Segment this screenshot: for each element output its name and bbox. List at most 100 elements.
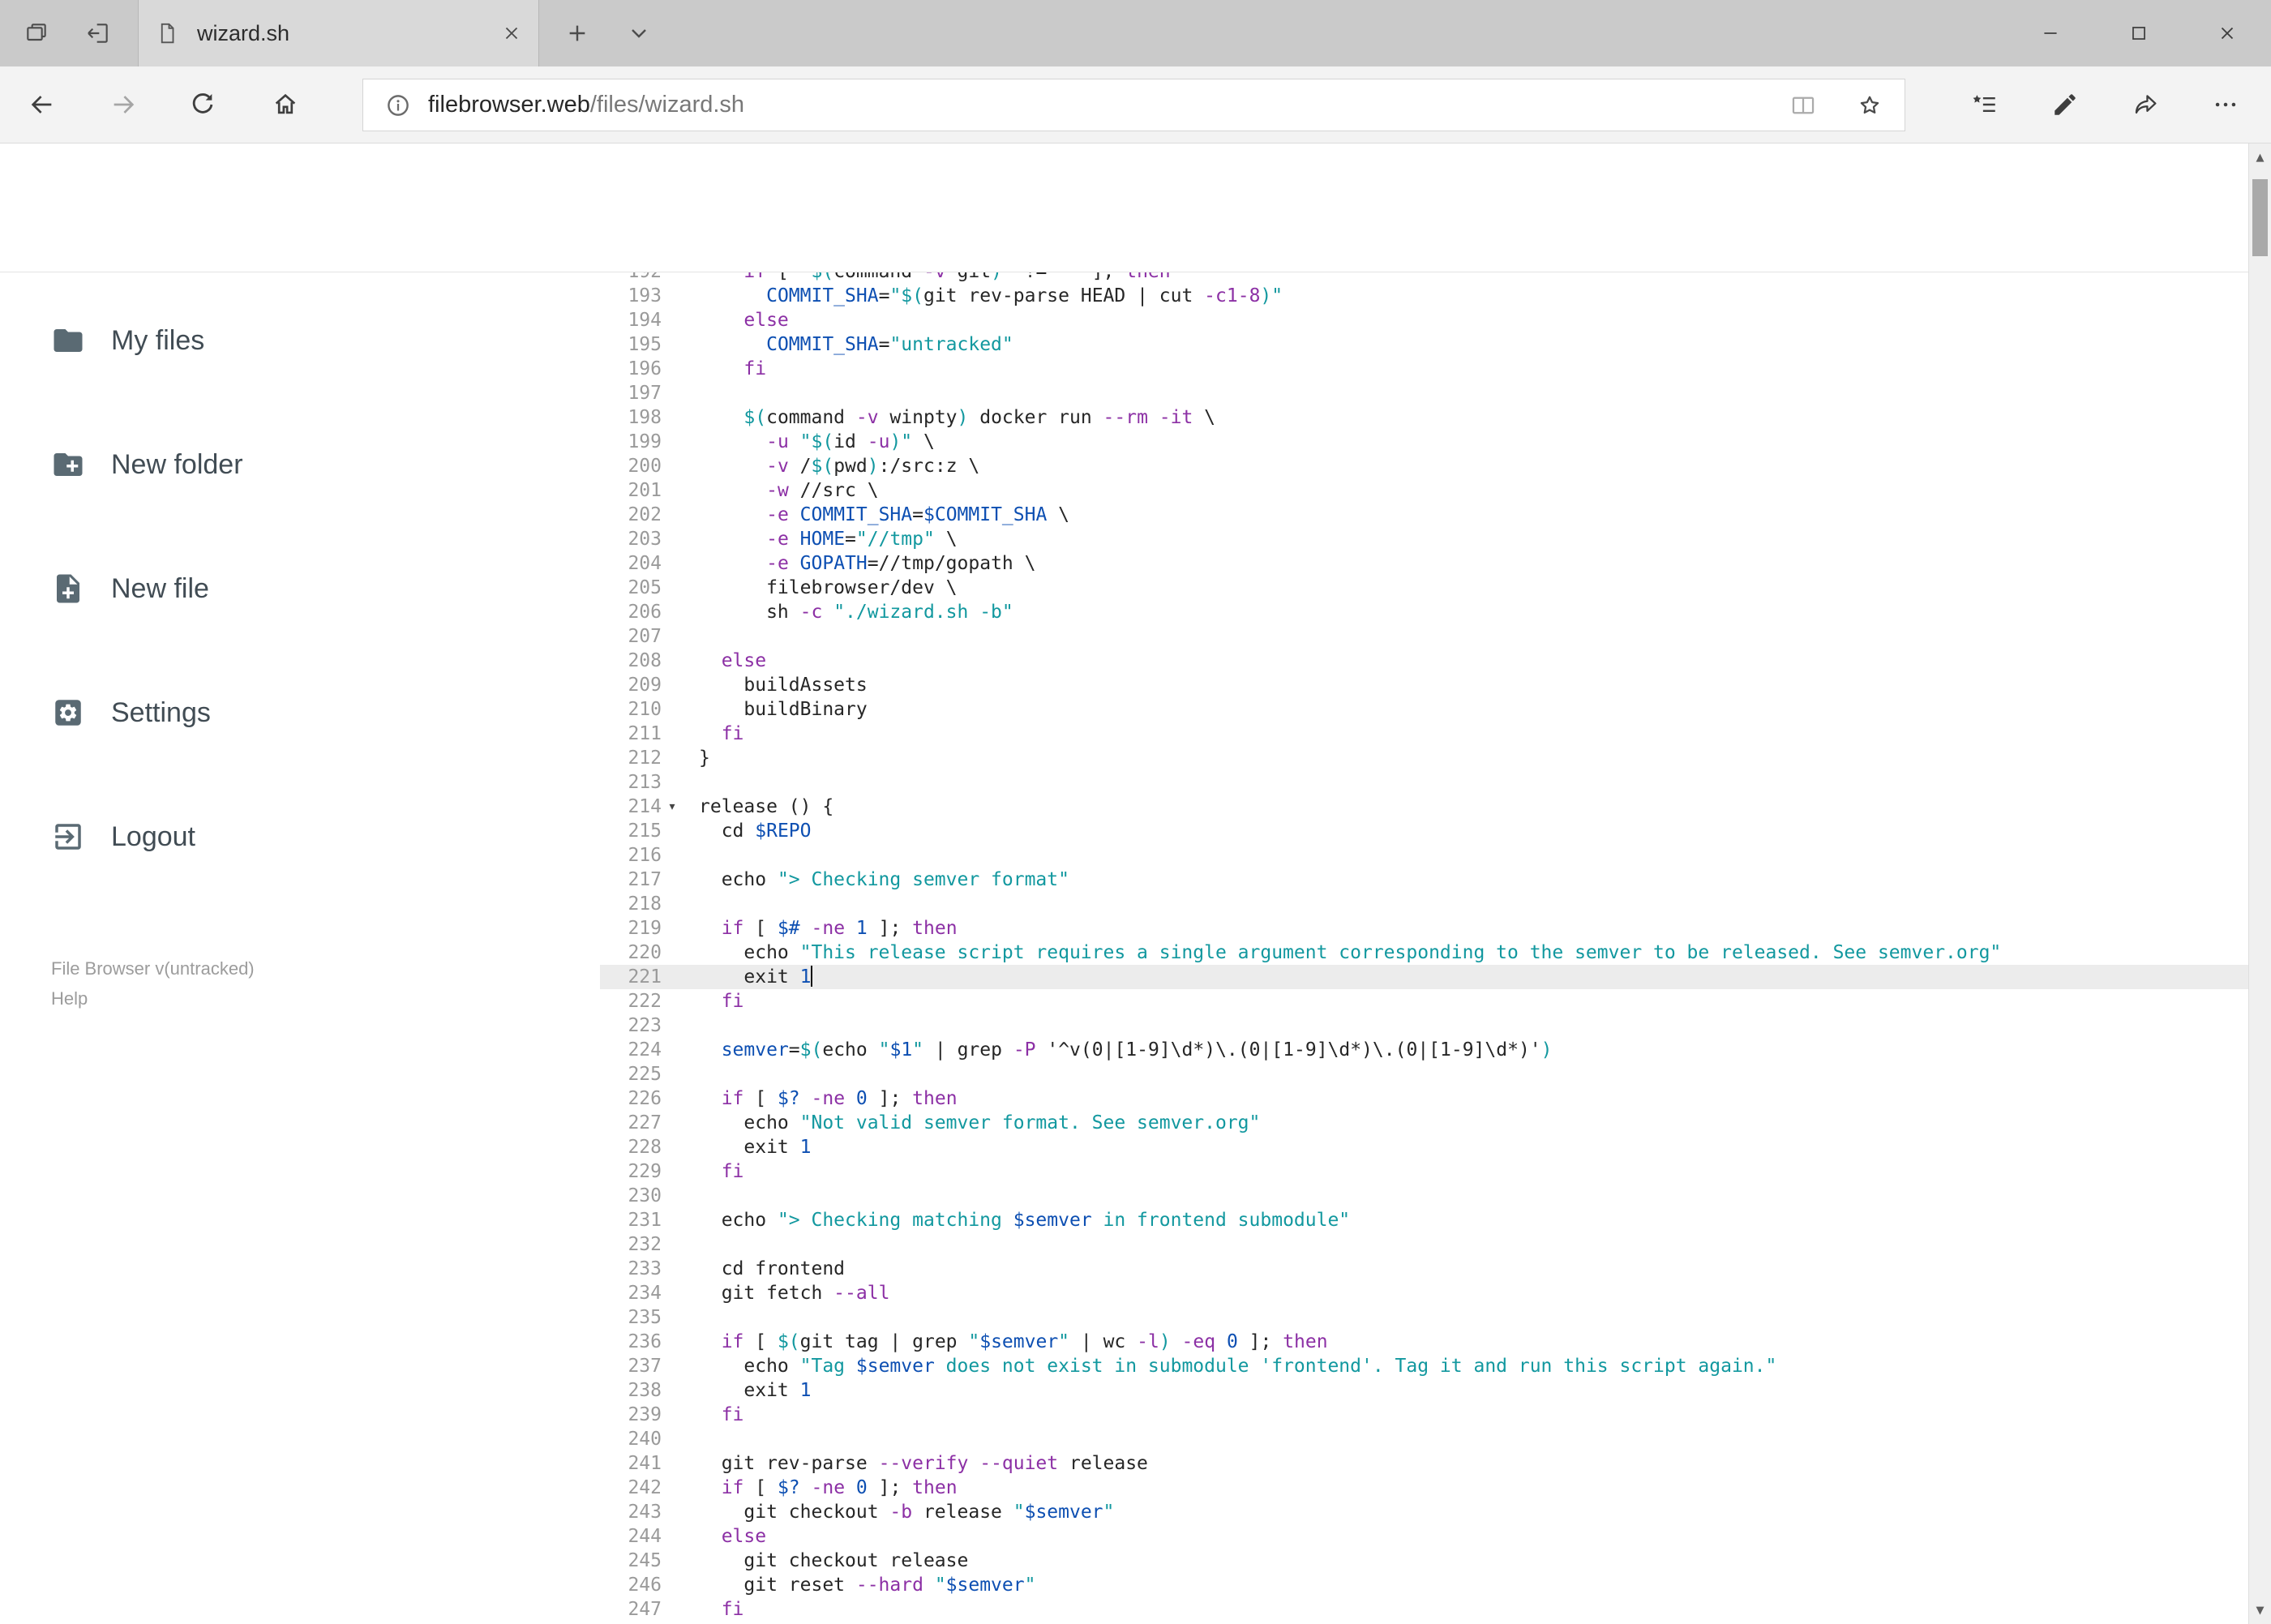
code-line-217[interactable]: 217 echo "> Checking semver format": [600, 868, 2248, 892]
sidebar-item-new-file[interactable]: New file: [0, 552, 600, 625]
code-line-236[interactable]: 236 if [ $(git tag | grep "$semver" | wc…: [600, 1330, 2248, 1354]
maximize-button[interactable]: [2094, 0, 2183, 66]
code-line-206[interactable]: 206 sh -c "./wizard.sh -b": [600, 600, 2248, 624]
web-note-icon[interactable]: [2040, 79, 2090, 130]
code-line-194[interactable]: 194 else: [600, 308, 2248, 332]
sidebar-item-new-folder[interactable]: New folder: [0, 428, 600, 501]
code-line-237[interactable]: 237 echo "Tag $semver does not exist in …: [600, 1354, 2248, 1378]
code-line-240[interactable]: 240: [600, 1427, 2248, 1451]
code-line-204[interactable]: 204 -e GOPATH=//tmp/gopath \: [600, 551, 2248, 576]
code-line-211[interactable]: 211 fi: [600, 722, 2248, 746]
fold-marker-icon[interactable]: ▾: [662, 795, 683, 819]
code-line-229[interactable]: 229 fi: [600, 1159, 2248, 1184]
browser-tab[interactable]: wizard.sh: [138, 0, 539, 66]
code-line-218[interactable]: 218: [600, 892, 2248, 916]
code-line-235[interactable]: 235: [600, 1305, 2248, 1330]
code-line-225[interactable]: 225: [600, 1062, 2248, 1086]
code-line-231[interactable]: 231 echo "> Checking matching $semver in…: [600, 1208, 2248, 1232]
code-line-244[interactable]: 244 else: [600, 1524, 2248, 1549]
url-field[interactable]: filebrowser.web/files/wizard.sh: [362, 79, 1905, 131]
code-line-243[interactable]: 243 git checkout -b release "$semver": [600, 1500, 2248, 1524]
sidebar-item-my-files[interactable]: My files: [0, 304, 600, 377]
code-line-208[interactable]: 208 else: [600, 649, 2248, 673]
code-line-198[interactable]: 198 $(command -v winpty) docker run --rm…: [600, 405, 2248, 430]
code-line-210[interactable]: 210 buildBinary: [600, 697, 2248, 722]
sidebar-item-logout[interactable]: Logout: [0, 800, 600, 873]
code-line-246[interactable]: 246 git reset --hard "$semver": [600, 1573, 2248, 1597]
code-line-199[interactable]: 199 -u "$(id -u)" \: [600, 430, 2248, 454]
refresh-button[interactable]: [178, 79, 228, 130]
hub-favorites-icon[interactable]: [1960, 79, 2010, 130]
share-icon[interactable]: [2121, 79, 2171, 130]
code-line-203[interactable]: 203 -e HOME="//tmp" \: [600, 527, 2248, 551]
reading-view-icon[interactable]: [1789, 92, 1817, 119]
code-line-222[interactable]: 222 fi: [600, 989, 2248, 1013]
code-line-221[interactable]: 221 exit 1: [600, 965, 2248, 989]
line-number: 219: [628, 918, 662, 939]
code-line-196[interactable]: 196 fi: [600, 357, 2248, 381]
code-line-232[interactable]: 232: [600, 1232, 2248, 1257]
site-info-icon[interactable]: [384, 92, 412, 119]
code-line-242[interactable]: 242 if [ $? -ne 0 ]; then: [600, 1476, 2248, 1500]
code-line-193[interactable]: 193 COMMIT_SHA="$(git rev-parse HEAD | c…: [600, 284, 2248, 308]
code-line-223[interactable]: 223: [600, 1013, 2248, 1038]
code-line-195[interactable]: 195 COMMIT_SHA="untracked": [600, 332, 2248, 357]
line-number: 213: [628, 772, 662, 793]
code-editor[interactable]: 192 if [ "$(command -v git)" != "" ]; th…: [600, 272, 2248, 1624]
code-line-247[interactable]: 247 fi: [600, 1597, 2248, 1622]
more-options-icon[interactable]: [2200, 79, 2251, 130]
code-line-245[interactable]: 245 git checkout release: [600, 1549, 2248, 1573]
code-line-213[interactable]: 213: [600, 770, 2248, 795]
scrollbar-thumb[interactable]: [2252, 179, 2268, 256]
window-close-button[interactable]: [2183, 0, 2271, 66]
help-link[interactable]: Help: [51, 983, 255, 1013]
code-line-227[interactable]: 227 echo "Not valid semver format. See s…: [600, 1111, 2248, 1135]
back-button[interactable]: [17, 79, 67, 130]
code-line-224[interactable]: 224 semver=$(echo "$1" | grep -P '^v(0|[…: [600, 1038, 2248, 1062]
gutter-spacer: [662, 1451, 683, 1476]
code-line-201[interactable]: 201 -w //src \: [600, 478, 2248, 503]
minimize-button[interactable]: [2006, 0, 2094, 66]
code-line-192[interactable]: 192 if [ "$(command -v git)" != "" ]; th…: [600, 272, 2248, 284]
code-line-202[interactable]: 202 -e COMMIT_SHA=$COMMIT_SHA \: [600, 503, 2248, 527]
line-number: 216: [628, 845, 662, 866]
line-number: 241: [628, 1453, 662, 1474]
code-line-200[interactable]: 200 -v /$(pwd):/src:z \: [600, 454, 2248, 478]
sidebar-item-settings[interactable]: Settings: [0, 676, 600, 749]
code-line-219[interactable]: 219 if [ $# -ne 1 ]; then: [600, 916, 2248, 941]
scroll-up-arrow[interactable]: ▲: [2249, 144, 2271, 171]
tab-close-icon[interactable]: [501, 23, 522, 44]
code-text: fi: [721, 1599, 744, 1620]
line-number: 220: [628, 942, 662, 963]
code-line-205[interactable]: 205 filebrowser/dev \: [600, 576, 2248, 600]
favorite-star-icon[interactable]: [1856, 92, 1883, 119]
code-line-215[interactable]: 215 cd $REPO: [600, 819, 2248, 843]
line-number: 228: [628, 1137, 662, 1158]
gutter-spacer: [662, 1524, 683, 1549]
new-tab-button[interactable]: [553, 0, 602, 66]
line-number: 245: [628, 1550, 662, 1571]
line-number: 201: [628, 480, 662, 501]
tab-list-chevron-icon[interactable]: [615, 0, 663, 66]
code-line-228[interactable]: 228 exit 1: [600, 1135, 2248, 1159]
vertical-scrollbar[interactable]: ▲ ▼: [2248, 144, 2271, 1624]
code-line-230[interactable]: 230: [600, 1184, 2248, 1208]
tab-preview-icon[interactable]: [12, 0, 61, 66]
code-line-216[interactable]: 216: [600, 843, 2248, 868]
code-line-214[interactable]: 214 ▾ release () {: [600, 795, 2248, 819]
code-line-220[interactable]: 220 echo "This release script requires a…: [600, 941, 2248, 965]
code-line-209[interactable]: 209 buildAssets: [600, 673, 2248, 697]
scroll-down-arrow[interactable]: ▼: [2249, 1596, 2271, 1624]
code-line-238[interactable]: 238 exit 1: [600, 1378, 2248, 1403]
forward-button[interactable]: [98, 79, 148, 130]
set-tabs-aside-icon[interactable]: [74, 0, 122, 66]
code-line-197[interactable]: 197: [600, 381, 2248, 405]
code-line-241[interactable]: 241 git rev-parse --verify --quiet relea…: [600, 1451, 2248, 1476]
code-line-234[interactable]: 234 git fetch --all: [600, 1281, 2248, 1305]
code-line-239[interactable]: 239 fi: [600, 1403, 2248, 1427]
code-line-207[interactable]: 207: [600, 624, 2248, 649]
code-line-233[interactable]: 233 cd frontend: [600, 1257, 2248, 1281]
code-line-226[interactable]: 226 if [ $? -ne 0 ]; then: [600, 1086, 2248, 1111]
code-line-212[interactable]: 212}: [600, 746, 2248, 770]
home-button[interactable]: [260, 79, 311, 130]
